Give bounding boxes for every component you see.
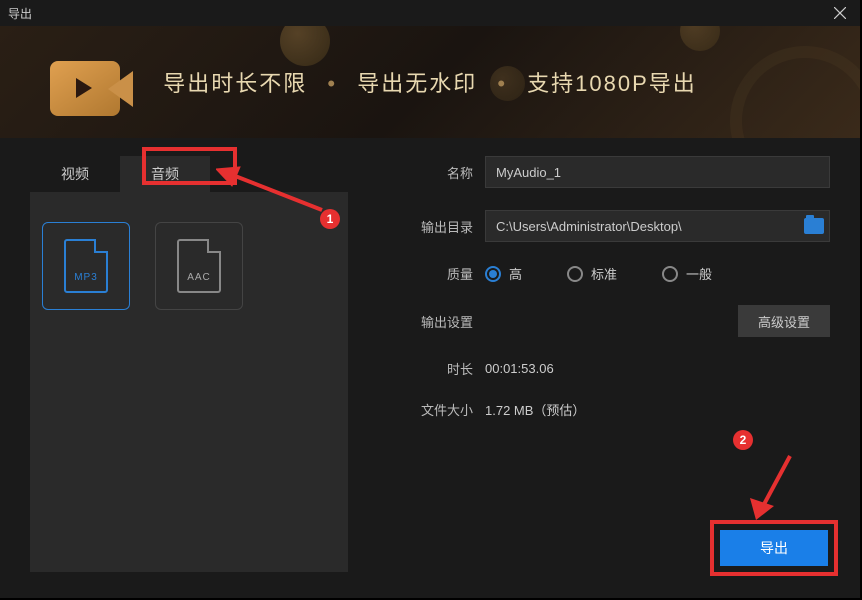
radio-icon	[662, 266, 678, 282]
file-icon: MP3	[64, 239, 108, 293]
window-title: 导出	[8, 5, 32, 22]
tab-audio[interactable]: 音频	[120, 156, 210, 192]
titlebar: 导出	[0, 0, 860, 26]
format-grid: MP3 AAC	[30, 192, 348, 572]
close-button[interactable]	[820, 0, 860, 26]
filesize-value: 1.72 MB（预估）	[485, 400, 830, 419]
format-aac[interactable]: AAC	[155, 222, 243, 310]
quality-normal-radio[interactable]: 一般	[662, 264, 712, 283]
radio-icon	[485, 266, 501, 282]
name-input[interactable]	[485, 156, 830, 188]
banner-text-2: 导出无水印	[357, 71, 477, 96]
output-path-label: 输出目录	[410, 217, 485, 236]
output-path-input[interactable]	[485, 210, 830, 242]
format-mp3[interactable]: MP3	[42, 222, 130, 310]
banner-text-1: 导出时长不限	[163, 71, 307, 96]
banner-text-3: 支持1080P导出	[527, 71, 697, 96]
quality-label: 质量	[410, 264, 485, 283]
export-button[interactable]: 导出	[720, 530, 828, 566]
duration-label: 时长	[410, 359, 485, 378]
name-label: 名称	[410, 163, 485, 182]
quality-standard-radio[interactable]: 标准	[567, 264, 617, 283]
radio-icon	[567, 266, 583, 282]
file-icon: AAC	[177, 239, 221, 293]
duration-value: 00:01:53.06	[485, 361, 830, 376]
promo-banner: 导出时长不限 • 导出无水印 • 支持1080P导出	[0, 26, 860, 138]
quality-high-radio[interactable]: 高	[485, 264, 522, 283]
annotation-badge-2: 2	[733, 430, 753, 450]
camera-icon	[50, 61, 120, 116]
annotation-highlight-2: 导出	[710, 520, 838, 576]
advanced-settings-button[interactable]: 高级设置	[738, 305, 830, 337]
filesize-label: 文件大小	[410, 400, 485, 419]
browse-folder-button[interactable]	[804, 218, 824, 234]
tab-video[interactable]: 视频	[30, 156, 120, 192]
output-settings-label: 输出设置	[410, 312, 485, 331]
annotation-badge-1: 1	[320, 209, 340, 229]
film-strip-icon	[713, 29, 860, 138]
